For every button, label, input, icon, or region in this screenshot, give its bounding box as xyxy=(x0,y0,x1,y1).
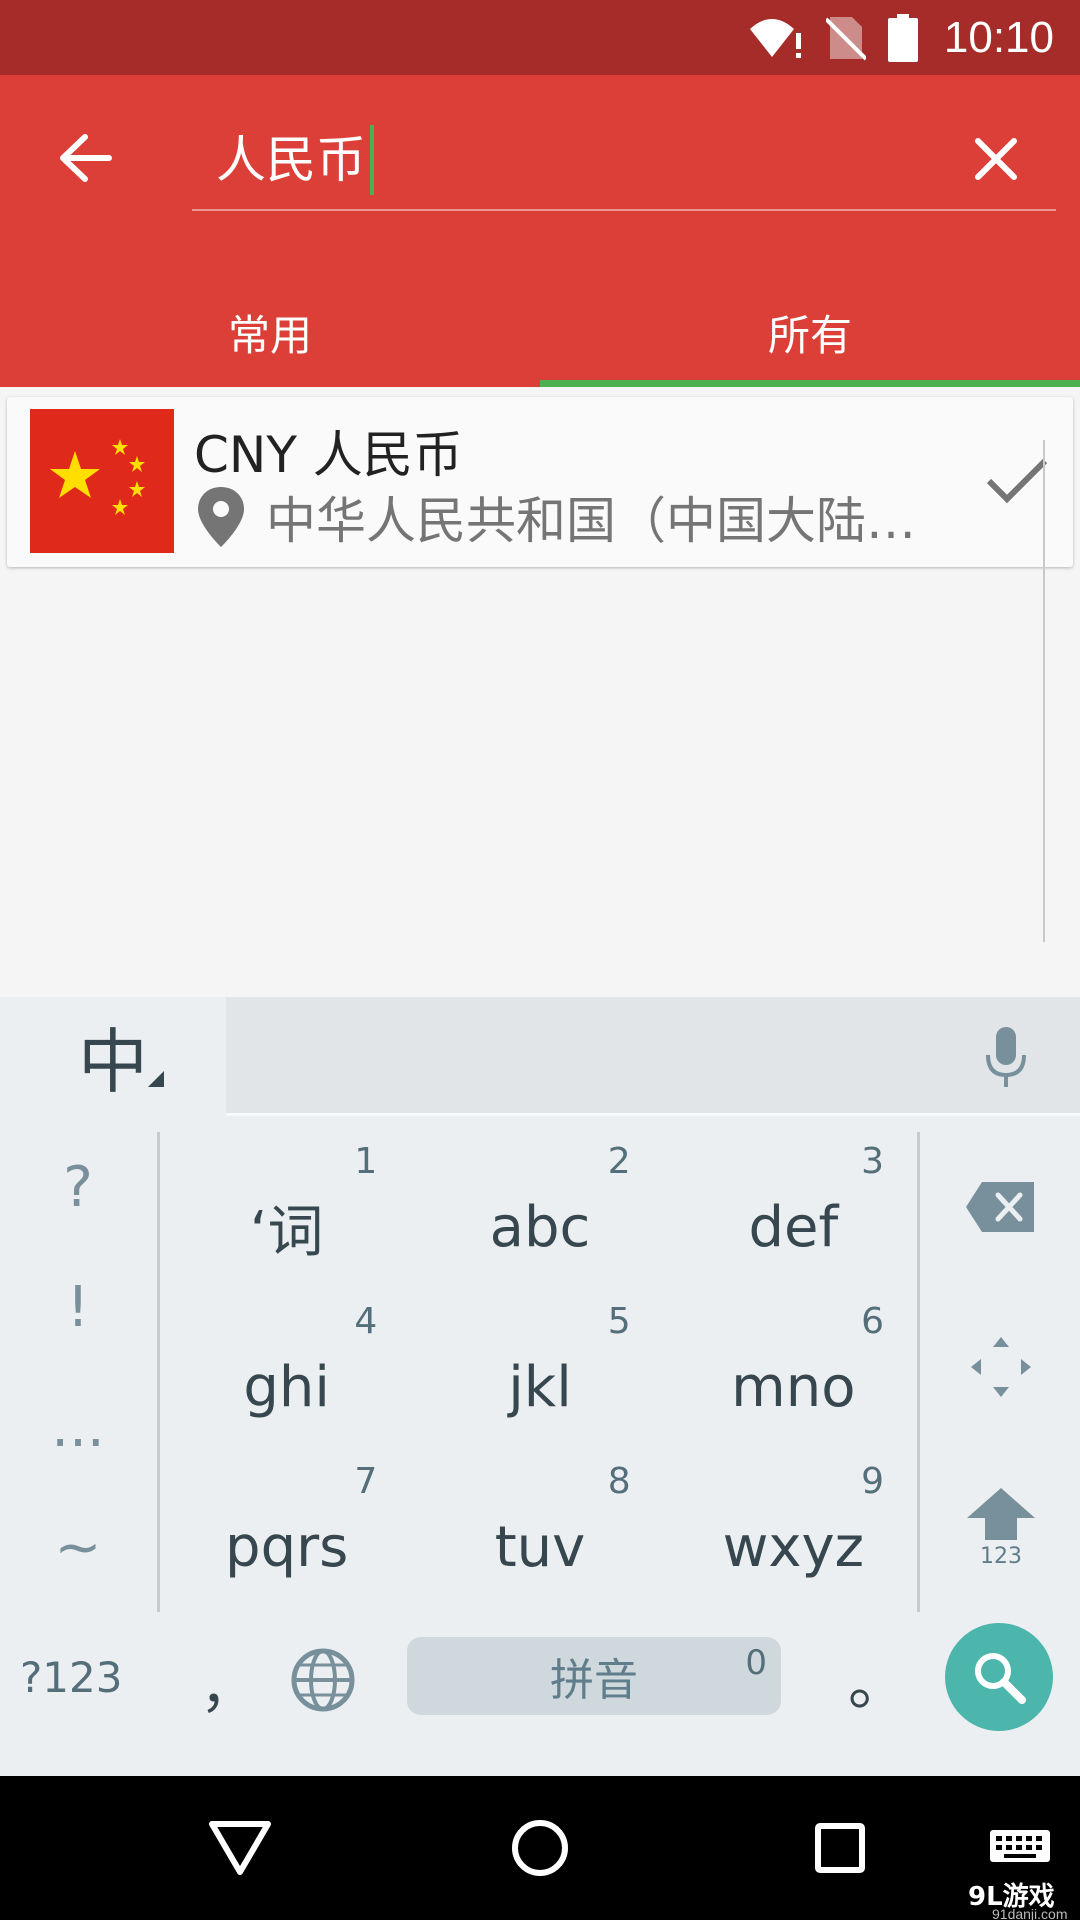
cursor-move-key[interactable] xyxy=(922,1287,1080,1447)
arrow-left-icon xyxy=(60,134,112,182)
search-action-key[interactable] xyxy=(945,1623,1053,1731)
nav-recents-button[interactable] xyxy=(804,1812,876,1884)
backspace-key[interactable] xyxy=(922,1127,1080,1287)
comma-key[interactable]: ， xyxy=(200,1643,256,1724)
triangle-down-icon xyxy=(209,1821,271,1875)
clock: 10:10 xyxy=(943,12,1054,62)
search-input[interactable]: 人民币 xyxy=(216,125,374,195)
key-1[interactable]: ‘词 1 xyxy=(160,1127,413,1287)
key-7[interactable]: pqrs 7 xyxy=(160,1447,413,1607)
key-9[interactable]: wxyz 9 xyxy=(667,1447,920,1607)
right-divider xyxy=(917,1132,920,1612)
symbols-key[interactable]: ?123 xyxy=(20,1653,122,1702)
key-label: ghi xyxy=(243,1354,330,1420)
tab-frequent[interactable]: 常用 xyxy=(0,285,540,387)
key-label: jkl xyxy=(508,1354,572,1420)
results-list: CNY 人民币 中华人民共和国（中国大陆… xyxy=(0,387,1080,997)
candidate-divider xyxy=(226,1113,1080,1116)
key-number: 6 xyxy=(861,1301,884,1342)
app-bar: 人民币 常用 所有 xyxy=(0,75,1080,387)
navigation-bar: 9L游戏 91danji.com xyxy=(0,1776,1080,1920)
backspace-icon xyxy=(966,1182,1034,1232)
space-number: 0 xyxy=(745,1643,767,1683)
clear-search-button[interactable] xyxy=(956,119,1036,199)
search-query: 人民币 xyxy=(216,131,366,189)
key-4[interactable]: ghi 4 xyxy=(160,1287,413,1447)
tab-bar: 常用 所有 xyxy=(0,285,1080,387)
key-label: abc xyxy=(489,1194,591,1260)
ellipsis-key[interactable]: ... xyxy=(0,1367,156,1487)
key-number: 4 xyxy=(354,1301,378,1342)
key-number: 5 xyxy=(607,1301,631,1342)
back-button[interactable] xyxy=(42,115,128,201)
tab-all[interactable]: 所有 xyxy=(540,285,1080,387)
key-label: wxyz xyxy=(722,1514,865,1580)
key-5[interactable]: jkl 5 xyxy=(413,1287,666,1447)
list-item[interactable]: CNY 人民币 中华人民共和国（中国大陆… xyxy=(7,397,1073,567)
china-flag xyxy=(30,409,174,553)
wifi-alert-icon xyxy=(749,18,801,58)
key-number: 1 xyxy=(354,1141,378,1182)
exclamation-key[interactable]: ! xyxy=(0,1247,156,1367)
check-icon xyxy=(986,458,1048,504)
big-star xyxy=(50,451,100,498)
watermark-url: 91danji.com xyxy=(992,1906,1068,1920)
key-8[interactable]: tuv 8 xyxy=(413,1447,666,1607)
key-label: def xyxy=(748,1194,839,1260)
close-icon xyxy=(975,138,1017,180)
text-caret xyxy=(370,125,374,195)
key-6[interactable]: mno 6 xyxy=(667,1287,920,1447)
question-key[interactable]: ? xyxy=(0,1127,156,1247)
shift-key[interactable]: 123 xyxy=(922,1447,1080,1607)
square-icon xyxy=(815,1823,865,1873)
currency-region: 中华人民共和国（中国大陆… xyxy=(194,481,916,553)
key-label: tuv xyxy=(494,1514,586,1580)
search-field[interactable]: 人民币 xyxy=(192,99,1056,211)
four-way-arrow-icon xyxy=(971,1337,1031,1397)
search-icon xyxy=(975,1653,1026,1704)
key-number: 7 xyxy=(354,1461,378,1502)
nav-home-button[interactable] xyxy=(504,1812,576,1884)
t9-keypad: ‘词 1 abc 2 def 3 ghi 4 jkl 5 mno 6 pqrs 7 tuv 8 … xyxy=(160,1127,920,1607)
key-3[interactable]: def 3 xyxy=(667,1127,920,1287)
nav-back-button[interactable] xyxy=(204,1812,276,1884)
keyboard-bottom-row: ?123 ， 拼音 0 。 xyxy=(0,1623,1080,1753)
circle-icon xyxy=(512,1820,568,1876)
shift-up-icon xyxy=(967,1487,1035,1540)
status-icons: 10:10 xyxy=(748,0,1054,75)
scrollbar[interactable] xyxy=(1043,440,1045,942)
location-pin-icon xyxy=(198,487,244,547)
key-number: 3 xyxy=(861,1141,884,1182)
globe-icon[interactable] xyxy=(290,1647,356,1713)
key-label: mno xyxy=(731,1354,856,1420)
tilde-key[interactable]: ~ xyxy=(0,1487,156,1607)
no-sim-icon xyxy=(825,16,866,60)
status-bar: 10:10 xyxy=(0,0,1080,75)
space-key[interactable]: 拼音 0 xyxy=(407,1637,781,1715)
key-number: 9 xyxy=(861,1461,884,1502)
key-label: pqrs xyxy=(225,1514,349,1580)
key-label: ‘词 xyxy=(249,1199,324,1265)
currency-title: CNY 人民币 xyxy=(194,426,463,484)
shift-label: 123 xyxy=(980,1543,1022,1569)
battery-icon xyxy=(887,13,918,62)
language-key-label: 中 xyxy=(78,1020,148,1103)
keyboard: 中 ? ! ... ~ ‘词 1 abc 2 def 3 ghi 4 jkl 5 mno 6… xyxy=(0,997,1080,1776)
period-key[interactable]: 。 xyxy=(848,1635,908,1722)
microphone-icon[interactable] xyxy=(984,1025,1028,1091)
action-column: 123 xyxy=(922,1127,1080,1607)
key-2[interactable]: abc 2 xyxy=(413,1127,666,1287)
space-label: 拼音 xyxy=(550,1655,638,1706)
keyboard-icon[interactable] xyxy=(988,1828,1052,1872)
punctuation-column: ? ! ... ~ xyxy=(0,1127,156,1607)
language-switch-key[interactable]: 中 xyxy=(0,997,226,1115)
candidate-bar[interactable] xyxy=(226,997,1080,1115)
keyboard-top-row: 中 xyxy=(0,997,1080,1116)
key-number: 8 xyxy=(607,1461,631,1502)
key-number: 2 xyxy=(607,1141,631,1182)
region-text: 中华人民共和国（中国大陆… xyxy=(266,492,916,550)
corner-triangle-icon xyxy=(148,1071,164,1087)
